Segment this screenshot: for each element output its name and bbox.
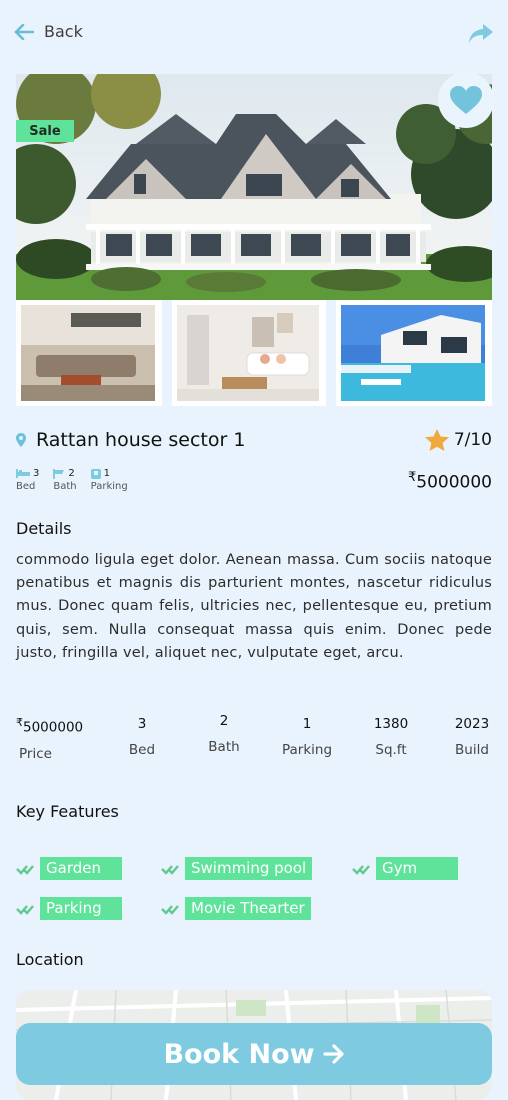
meta-bed-label: Bed: [16, 481, 36, 492]
hero-image: [16, 74, 492, 300]
stat-bath: 2 Bath: [202, 713, 246, 755]
feature-label: Parking: [40, 897, 122, 920]
stat-build: 2023 Build: [448, 716, 496, 758]
stat-sqft: 1380 Sq.ft: [366, 716, 416, 758]
feature-parking: Parking: [16, 897, 122, 920]
feature-label: Swimming pool: [185, 857, 313, 880]
top-bar: Back: [0, 0, 508, 70]
double-check-icon: [161, 864, 179, 875]
stat-bath-value: 2: [219, 713, 229, 729]
feature-movie-theater: Movie Thearter: [161, 897, 311, 920]
location-pin-icon: [16, 433, 26, 447]
stat-parking: 1 Parking: [274, 716, 340, 758]
heart-icon: [450, 86, 482, 114]
back-label: Back: [44, 22, 83, 41]
meta-parking: 1 Parking: [90, 468, 128, 492]
double-check-icon: [352, 864, 370, 875]
stat-price-label: Price: [19, 745, 52, 762]
rating-value: 7/10: [453, 430, 492, 450]
price: ₹5000000: [408, 470, 492, 493]
double-check-icon: [16, 904, 34, 915]
book-now-button[interactable]: Book Now: [16, 1023, 492, 1085]
stat-price-value: 5000000: [23, 719, 84, 736]
thumbnail-strip: [16, 300, 492, 408]
property-title: Rattan house sector 1: [36, 429, 246, 451]
back-button[interactable]: Back: [14, 22, 83, 41]
stat-build-value: 2023: [454, 716, 490, 732]
stat-sqft-value: 1380: [373, 716, 409, 732]
property-meta: 3 Bed 2 Bath 1 Parking: [16, 468, 128, 492]
stat-build-label: Build: [455, 742, 489, 758]
meta-bath-label: Bath: [53, 481, 77, 492]
meta-bed: 3 Bed: [16, 468, 39, 492]
bed-icon: [16, 469, 30, 478]
price-value: 5000000: [416, 472, 492, 493]
thumbnail-lounge[interactable]: [172, 300, 326, 406]
arrow-right-icon: [322, 1044, 344, 1064]
rating: 7/10: [424, 428, 492, 452]
share-icon[interactable]: [468, 22, 494, 46]
favorite-button[interactable]: [438, 72, 494, 128]
stat-bed: 3 Bed: [122, 716, 162, 758]
stat-parking-value: 1: [302, 716, 312, 732]
meta-bed-value: 3: [33, 468, 40, 479]
title-row: Rattan house sector 1 7/10: [16, 428, 492, 452]
feature-label: Garden: [40, 857, 122, 880]
parking-icon: [90, 468, 101, 479]
stat-sqft-label: Sq.ft: [375, 742, 407, 758]
thumbnail-living-room[interactable]: [16, 300, 162, 406]
stat-bath-label: Bath: [208, 739, 240, 755]
stat-bed-value: 3: [137, 716, 147, 732]
feature-garden: Garden: [16, 857, 122, 880]
stat-bed-label: Bed: [128, 742, 156, 758]
feature-label: Movie Thearter: [185, 897, 311, 920]
meta-parking-value: 1: [103, 468, 110, 479]
features-heading: Key Features: [16, 802, 119, 821]
feature-swimming-pool: Swimming pool: [161, 857, 313, 880]
stats-row: ₹5000000 Price 3 Bed 2 Bath 1 Parking 13…: [16, 713, 496, 766]
sale-badge: Sale: [16, 120, 74, 142]
arrow-left-icon: [14, 23, 34, 40]
stat-price: ₹5000000 Price: [16, 716, 92, 762]
stat-parking-label: Parking: [281, 742, 333, 758]
double-check-icon: [16, 864, 34, 875]
bath-icon: [53, 468, 65, 479]
meta-bath-value: 2: [68, 468, 75, 479]
double-check-icon: [161, 904, 179, 915]
feature-label: Gym: [376, 857, 458, 880]
star-icon: [424, 429, 449, 451]
feature-gym: Gym: [352, 857, 458, 880]
thumbnail-pool-house[interactable]: [336, 300, 492, 406]
details-heading: Details: [16, 519, 72, 538]
book-now-label: Book Now: [163, 1038, 315, 1070]
stat-currency-symbol: ₹: [16, 716, 23, 729]
meta-parking-label: Parking: [90, 481, 128, 492]
meta-bath: 2 Bath: [53, 468, 77, 492]
details-text: commodo ligula eget dolor. Aenean massa.…: [16, 552, 492, 661]
location-heading: Location: [16, 950, 84, 969]
